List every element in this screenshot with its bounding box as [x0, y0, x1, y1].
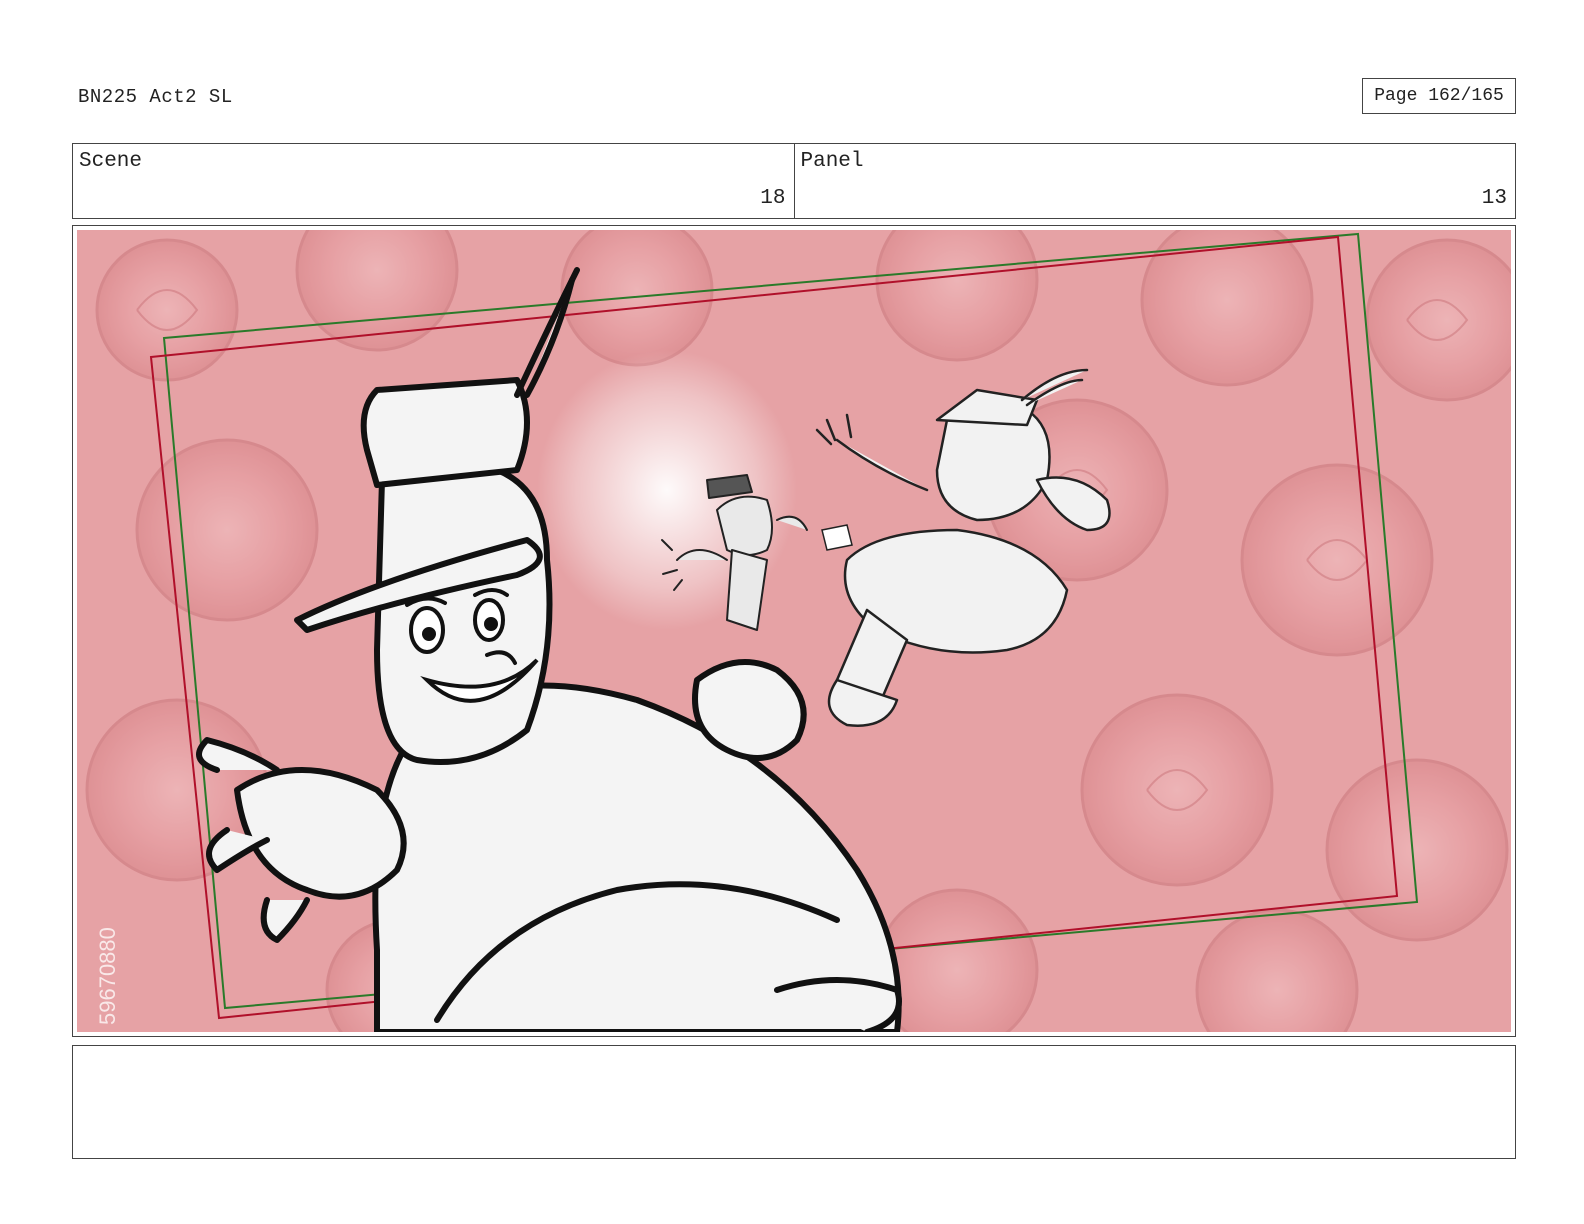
storyboard-artwork-svg: 59670880: [77, 230, 1511, 1032]
stock-watermark: 59670880: [95, 927, 120, 1025]
scene-cell: Scene 18: [73, 144, 794, 218]
dialogue-notes-box: [72, 1045, 1516, 1159]
card-prop: [821, 524, 853, 551]
scene-panel-info-row: Scene 18 Panel 13: [72, 143, 1516, 219]
scene-label: Scene: [79, 150, 143, 173]
scene-number: 18: [760, 187, 786, 210]
document-title: BN225 Act2 SL: [78, 86, 233, 108]
page-number-box: Page 162/165: [1362, 78, 1516, 114]
storyboard-drawing: 59670880: [77, 230, 1511, 1032]
storyboard-panel-frame: 59670880: [72, 225, 1516, 1037]
panel-label: Panel: [800, 150, 864, 173]
panel-cell: Panel 13: [793, 144, 1516, 218]
panel-number: 13: [1481, 187, 1507, 210]
